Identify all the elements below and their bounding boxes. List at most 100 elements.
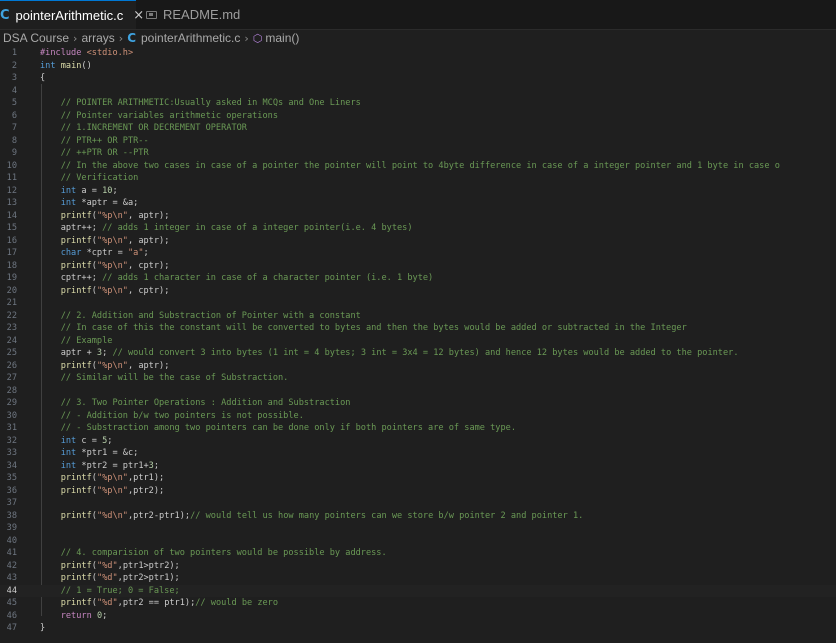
code-line[interactable]: 39: [0, 522, 836, 535]
line-number: 11: [6, 173, 17, 183]
breadcrumb: DSA Course › arrays › C pointerArithmeti…: [0, 29, 836, 47]
line-number: 24: [6, 335, 17, 346]
code-line[interactable]: 24 // Example: [0, 335, 836, 348]
code-line[interactable]: 11 // Verification: [0, 172, 836, 185]
line-number: 23: [6, 323, 17, 333]
code-text: printf("%p\n", cptr);: [60, 285, 170, 296]
line-number: 26: [6, 360, 17, 371]
line-number: 46: [6, 610, 17, 621]
line-number: 37: [6, 498, 17, 508]
code-text: printf("%d",ptr2 == ptr1);// would be ze…: [60, 598, 279, 608]
code-line[interactable]: 22 // 2. Addition and Substraction of Po…: [0, 310, 836, 323]
code-line[interactable]: 25 aptr + 3; // would convert 3 into byt…: [0, 347, 836, 360]
code-text: printf("%d",ptr2>ptr1);: [60, 573, 180, 583]
code-line[interactable]: 17 char *cptr = "a";: [0, 247, 836, 260]
breadcrumb-item-dsa-course[interactable]: DSA Course: [3, 31, 69, 45]
code-line[interactable]: 15 aptr++; // adds 1 integer in case of …: [0, 222, 836, 235]
code-line[interactable]: 26 printf("%p\n", aptr);: [0, 360, 836, 373]
line-number: 15: [6, 223, 17, 233]
line-number: 34: [6, 460, 17, 471]
tab-pointer-arithmetic[interactable]: C pointerArithmetic.c ×: [0, 0, 144, 29]
code-line[interactable]: 30 // - Addition b/w two pointers is not…: [0, 410, 836, 423]
code-line[interactable]: 38 printf("%d\n",ptr2-ptr1);// would tel…: [0, 510, 836, 523]
code-line[interactable]: 46 return 0;: [0, 610, 836, 623]
code-line[interactable]: 42 printf("%d",ptr1>ptr2);: [0, 560, 836, 573]
code-text: printf("%d",ptr1>ptr2);: [60, 560, 180, 571]
code-line[interactable]: 1 #include <stdio.h>: [0, 47, 836, 60]
line-number: 14: [6, 210, 17, 221]
markdown-icon: [146, 10, 157, 19]
tab-bar: C pointerArithmetic.c × README.md: [0, 0, 836, 30]
code-text: printf("%p\n", aptr);: [60, 210, 170, 221]
code-line[interactable]: 18 printf("%p\n", cptr);: [0, 260, 836, 273]
breadcrumb-item-arrays[interactable]: arrays: [81, 31, 114, 45]
code-line[interactable]: 45 printf("%d",ptr2 == ptr1);// would be…: [0, 597, 836, 610]
code-text: int *ptr2 = ptr1+3;: [60, 460, 160, 471]
code-line[interactable]: 20 printf("%p\n", cptr);: [0, 285, 836, 298]
line-number: 45: [6, 598, 17, 608]
code-line[interactable]: 16 printf("%p\n", aptr);: [0, 235, 836, 248]
code-line[interactable]: 21: [0, 297, 836, 310]
code-line[interactable]: 35 printf("%p\n",ptr1);: [0, 472, 836, 485]
code-line[interactable]: 8 // PTR++ OR PTR--: [0, 135, 836, 148]
code-text: // ++PTR OR --PTR: [60, 148, 149, 158]
code-text: // In case of this the constant will be …: [60, 323, 687, 333]
line-number: 10: [6, 160, 17, 171]
code-text: // Example: [60, 335, 113, 346]
code-line[interactable]: 33 int *ptr1 = &c;: [0, 447, 836, 460]
code-line[interactable]: 14 printf("%p\n", aptr);: [0, 210, 836, 223]
code-line[interactable]: 27 // Similar will be the case of Substr…: [0, 372, 836, 385]
code-text: printf("%d\n",ptr2-ptr1);// would tell u…: [60, 510, 584, 521]
code-line[interactable]: 23 // In case of this the constant will …: [0, 322, 836, 335]
code-text: char *cptr = "a";: [60, 248, 149, 258]
line-number: 43: [6, 573, 17, 583]
code-line[interactable]: 12 int a = 10;: [0, 185, 836, 198]
line-number: 12: [6, 185, 17, 196]
code-line[interactable]: 4: [0, 85, 836, 98]
line-number: 13: [6, 198, 17, 208]
code-line[interactable]: 29 // 3. Two Pointer Operations : Additi…: [0, 397, 836, 410]
code-line[interactable]: 28: [0, 385, 836, 398]
code-text: printf("%p\n",ptr2);: [60, 485, 165, 496]
tab-label: README.md: [163, 7, 241, 22]
code-text: #include <stdio.h>: [40, 48, 134, 58]
line-number: 21: [6, 298, 17, 308]
code-line[interactable]: 44 // 1 = True; 0 = False;: [0, 584, 836, 597]
code-editor[interactable]: 1 #include <stdio.h> 2 int main() 3{4 5 // PO…: [0, 47, 836, 643]
code-text: cptr++; // adds 1 character in case of a…: [40, 273, 434, 283]
line-number: 22: [6, 310, 17, 321]
code-line[interactable]: 43 printf("%d",ptr2>ptr1);: [0, 572, 836, 585]
code-text: // - Addition b/w two pointers is not po…: [60, 410, 304, 421]
code-line[interactable]: 36 printf("%p\n",ptr2);: [0, 485, 836, 498]
code-line[interactable]: 5 // POINTER ARITHMETIC:Usually asked in…: [0, 97, 836, 110]
code-line[interactable]: 19 cptr++; // adds 1 character in case o…: [0, 272, 836, 285]
line-number: 9: [11, 148, 17, 158]
code-line[interactable]: 6 // Pointer variables arithmetic operat…: [0, 110, 836, 123]
line-number: 1: [11, 48, 17, 58]
code-line[interactable]: 3{: [0, 72, 836, 85]
code-line[interactable]: 9 // ++PTR OR --PTR: [0, 147, 836, 160]
code-text: {: [40, 73, 46, 83]
code-line[interactable]: 10 // In the above two cases in case of …: [0, 160, 836, 173]
code-line[interactable]: 37: [0, 497, 836, 510]
code-text: // 4. comparision of two pointers would …: [60, 548, 387, 558]
code-line[interactable]: 32 int c = 5;: [0, 435, 836, 448]
tab-readme[interactable]: README.md: [136, 0, 246, 29]
line-number: 5: [11, 98, 17, 108]
line-number: 40: [6, 535, 17, 546]
code-line[interactable]: 47}: [0, 622, 836, 635]
code-line[interactable]: 2 int main(): [0, 60, 836, 73]
code-line[interactable]: 31 // - Substraction among two pointers …: [0, 422, 836, 435]
line-number: 33: [6, 448, 17, 458]
line-number: 4: [11, 85, 17, 96]
code-line[interactable]: 7 // 1.INCREMENT OR DECREMENT OPERATOR: [0, 122, 836, 135]
c-file-icon: C: [127, 31, 136, 45]
code-line[interactable]: 13 int *aptr = &a;: [0, 197, 836, 210]
breadcrumb-item-main[interactable]: main(): [265, 31, 299, 45]
code-text: int main(): [40, 60, 92, 71]
code-line[interactable]: 34 int *ptr2 = ptr1+3;: [0, 460, 836, 473]
code-line[interactable]: 41 // 4. comparision of two pointers wou…: [0, 547, 836, 560]
breadcrumb-item-file[interactable]: pointerArithmetic.c: [141, 31, 240, 45]
code-line[interactable]: 40: [0, 535, 836, 548]
code-text: printf("%p\n", cptr);: [60, 260, 170, 271]
